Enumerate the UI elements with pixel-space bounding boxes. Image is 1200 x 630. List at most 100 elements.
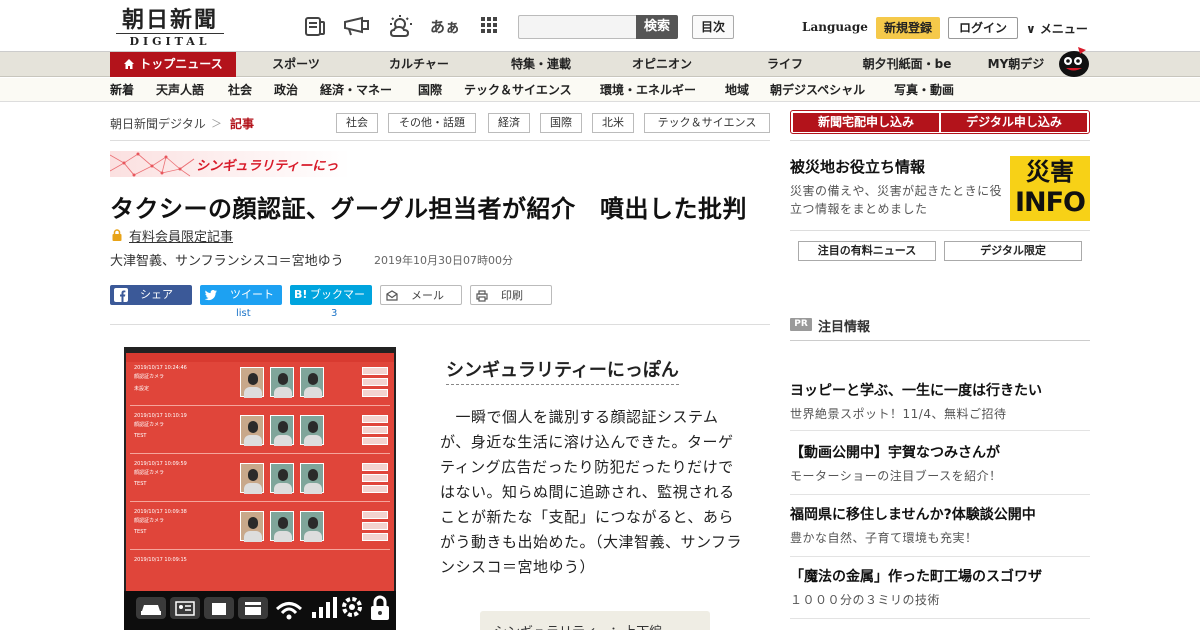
register-button[interactable]: 新規登録 <box>876 17 940 39</box>
tag-economy[interactable]: 経済 <box>488 113 530 133</box>
face-row-action <box>362 378 388 386</box>
print-button[interactable]: 印刷 <box>470 285 552 305</box>
login-button[interactable]: ログイン <box>948 17 1018 39</box>
face-row-action <box>362 533 388 541</box>
cloud-icon <box>204 597 234 623</box>
search-button[interactable]: 検索 <box>636 15 678 39</box>
nav-features[interactable]: 特集・連載 <box>482 52 600 77</box>
subnav-special[interactable]: 朝デジスペシャル <box>770 78 865 102</box>
nav-paper[interactable]: 朝夕刊紙面・be <box>846 52 968 77</box>
pr-item-sub: 世界絶景スポット！11/4、無料ご招待 <box>790 407 1007 421</box>
article-title: タクシーの顔認証、グーグル担当者が紹介 噴出した批判 <box>110 195 747 223</box>
font-size-icon[interactable]: あぁ <box>430 14 460 40</box>
subnav-society[interactable]: 社会 <box>228 78 252 102</box>
newspaper-order-button[interactable]: 新聞宅配申し込み <box>793 113 939 132</box>
tag-society[interactable]: 社会 <box>336 113 378 133</box>
hatena-count[interactable]: 3 <box>331 308 337 319</box>
series-banner[interactable]: シンギュラリティーにっぽん <box>110 151 350 177</box>
member-only-label[interactable]: 有料会員限定記事 <box>129 226 233 245</box>
related-series-box[interactable]: シンギュラリティー：上下編 <box>480 611 710 630</box>
subnav-economy[interactable]: 経済・マネー <box>320 78 392 102</box>
sub-nav: 新着 天声人語 社会 政治 経済・マネー 国際 テック＆サイエンス 環境・エネル… <box>0 78 1200 102</box>
breadcrumb-home[interactable]: 朝日新聞デジタル <box>110 115 206 132</box>
divider <box>790 618 1090 619</box>
toc-button[interactable]: 目次 <box>692 15 734 39</box>
twitter-icon <box>204 288 218 302</box>
face-row-timestamp: 2019/10/17 10:09:38 <box>134 509 187 515</box>
subnav-region[interactable]: 地域 <box>725 78 749 102</box>
disaster-info-badge[interactable]: 災害 INFO <box>1010 156 1090 221</box>
wifi-icon <box>274 599 304 625</box>
divider <box>790 140 1090 141</box>
network-graphic-icon <box>110 152 195 177</box>
pr-item-sub: モーターショーの注目ブースを紹介！ <box>790 469 1002 483</box>
face-thumbnail <box>300 511 324 542</box>
subnav-tensei[interactable]: 天声人語 <box>156 78 204 102</box>
menu-button[interactable]: ∨ メニュー <box>1026 20 1088 37</box>
subnav-politics[interactable]: 政治 <box>274 78 298 102</box>
language-link[interactable]: Language <box>802 20 868 34</box>
divider <box>110 140 770 141</box>
pr-item-sub: １０００分の３ミリの技術 <box>790 593 941 607</box>
article-lead: 一瞬で個人を識別する顔認証システムが、身近な生活に溶け込んできた。ターゲティング… <box>440 408 743 576</box>
site-logo[interactable]: 朝日新聞 DIGITAL <box>110 8 230 48</box>
face-row-status: 未設定 <box>134 386 150 392</box>
twitter-share-button[interactable]: ツイート <box>200 285 282 305</box>
face-row-camera: 顔認証カメラ <box>134 374 165 380</box>
digital-only-button[interactable]: デジタル限定 <box>944 241 1082 261</box>
pr-item-title: ヨッピーと学ぶ、一生に一度は行きたい <box>790 383 1042 399</box>
article-photo[interactable]: 2019/10/17 10:24:46 顔認証カメラ 未設定 2019/10/17 1… <box>124 347 396 630</box>
disaster-info-title[interactable]: 被災地お役立ち情報 <box>790 156 925 177</box>
twitter-share-label: ツイート <box>230 288 274 301</box>
mascot-icon[interactable] <box>1056 44 1092 78</box>
main-nav: トップニュース スポーツ カルチャー 特集・連載 オピニオン ライフ 朝夕刊紙面… <box>0 52 1200 77</box>
facebook-share-button[interactable]: シェア <box>110 285 192 305</box>
nav-opinion[interactable]: オピニオン <box>600 52 724 77</box>
tag-international[interactable]: 国際 <box>540 113 582 133</box>
subnav-new[interactable]: 新着 <box>110 78 134 102</box>
disaster-info-desc: 災害の備えや、災害が起きたときに役立つ情報をまとめました <box>790 184 1003 216</box>
pr-item-title: 【動画公開中】宇賀なつみさんが <box>790 445 1000 461</box>
nav-my-asadigi[interactable]: MY朝デジ <box>968 52 1064 77</box>
nav-top-news[interactable]: トップニュース <box>110 52 236 77</box>
nav-culture[interactable]: カルチャー <box>356 52 482 77</box>
publish-date: 2019年10月30日07時00分 <box>374 254 513 267</box>
print-label: 印刷 <box>501 289 523 302</box>
pr-item[interactable]: 福岡県に移住しませんか?体験談公開中 豊かな自然、子育て環境も充実！ <box>790 504 1090 546</box>
mail-share-button[interactable]: メール <box>380 285 462 305</box>
tag-tech[interactable]: テック＆サイエンス <box>644 113 770 133</box>
face-thumbnail <box>240 463 264 494</box>
newspaper-icon[interactable] <box>302 14 328 40</box>
gear-icon <box>340 595 364 623</box>
section-heading: シンギュラリティーにっぽん <box>446 356 679 385</box>
pr-item[interactable]: 「魔法の金属」作った町工場のスゴワザ １０００分の３ミリの技術 <box>790 566 1090 608</box>
digital-order-button[interactable]: デジタル申し込み <box>941 113 1087 132</box>
face-row-action <box>362 437 388 445</box>
face-row-camera: 顔認証カメラ <box>134 422 165 428</box>
face-row-timestamp: 2019/10/17 10:09:59 <box>134 461 187 467</box>
tag-other[interactable]: その他・話題 <box>388 113 476 133</box>
pr-item[interactable]: ヨッピーと学ぶ、一生に一度は行きたい 世界絶景スポット！11/4、無料ご招待 <box>790 380 1090 422</box>
hatena-bookmark-button[interactable]: B! ブックマーク <box>290 285 372 321</box>
grid-apps-icon[interactable] <box>476 14 502 40</box>
featured-paid-news-button[interactable]: 注目の有料ニュース <box>798 241 936 261</box>
nav-life[interactable]: ライフ <box>724 52 846 77</box>
subnav-environment[interactable]: 環境・エネルギー <box>600 78 696 102</box>
pr-item-title: 福岡県に移住しませんか?体験談公開中 <box>790 507 1036 523</box>
weather-icon[interactable] <box>386 14 416 40</box>
face-row-status: TEST <box>134 529 147 535</box>
facebook-icon <box>114 288 128 302</box>
nav-sports[interactable]: スポーツ <box>236 52 356 77</box>
subnav-tech[interactable]: テック＆サイエンス <box>464 78 572 102</box>
subnav-international[interactable]: 国際 <box>418 78 442 102</box>
car-icon <box>136 597 166 623</box>
pr-item[interactable]: 【動画公開中】宇賀なつみさんが モーターショーの注目ブースを紹介！ <box>790 442 1090 484</box>
megaphone-icon[interactable] <box>342 14 372 40</box>
hatena-icon: B! <box>294 288 308 301</box>
twitter-count[interactable]: list <box>236 308 251 319</box>
face-row-action <box>362 415 388 423</box>
subnav-photo[interactable]: 写真・動画 <box>894 78 954 102</box>
tag-north-america[interactable]: 北米 <box>592 113 634 133</box>
face-row-action <box>362 463 388 471</box>
search-input[interactable] <box>518 15 636 39</box>
